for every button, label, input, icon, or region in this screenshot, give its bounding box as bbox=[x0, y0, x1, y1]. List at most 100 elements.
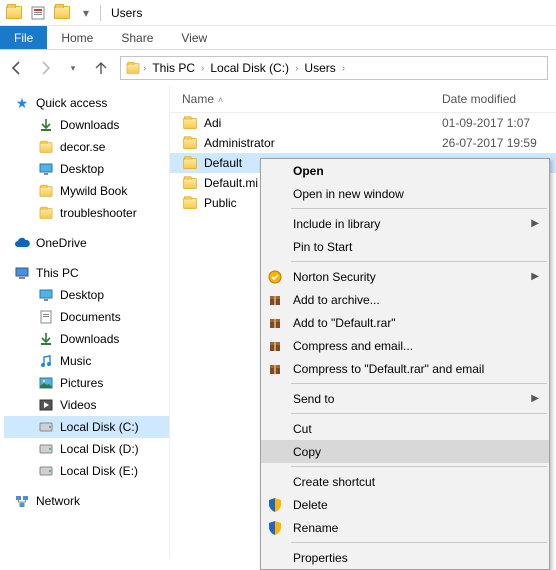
ctx-add-rar[interactable]: Add to "Default.rar" bbox=[261, 311, 549, 334]
list-header: Name˄ Date modified bbox=[170, 86, 556, 113]
ctx-cut[interactable]: Cut bbox=[261, 417, 549, 440]
up-button[interactable] bbox=[92, 59, 110, 77]
chevron-right-icon: ▶ bbox=[531, 271, 549, 282]
tab-home[interactable]: Home bbox=[47, 26, 107, 49]
tree-label: Quick access bbox=[36, 96, 107, 110]
list-row[interactable]: Adi 01-09-2017 1:07 bbox=[170, 113, 556, 133]
props-icon[interactable] bbox=[26, 2, 50, 24]
desktop-icon bbox=[38, 287, 54, 303]
tree-quick-access[interactable]: ★ Quick access bbox=[4, 92, 169, 114]
winrar-icon bbox=[261, 362, 289, 376]
chevron-right-icon[interactable]: › bbox=[201, 63, 204, 74]
tree-mywild[interactable]: Mywild Book bbox=[4, 180, 169, 202]
winrar-icon bbox=[261, 293, 289, 307]
drive-icon bbox=[38, 441, 54, 457]
tree-onedrive[interactable]: OneDrive bbox=[4, 232, 169, 254]
tree-network[interactable]: Network bbox=[4, 490, 169, 512]
tab-view[interactable]: View bbox=[167, 26, 221, 49]
back-button[interactable] bbox=[8, 59, 26, 77]
file-date: 26-07-2017 19:59 bbox=[442, 136, 537, 150]
file-date: 01-09-2017 1:07 bbox=[442, 116, 530, 130]
customize-qat-icon[interactable]: ▾ bbox=[74, 2, 98, 24]
ctx-send-to[interactable]: Send to▶ bbox=[261, 387, 549, 410]
folder-icon bbox=[183, 117, 197, 128]
file-name: Public bbox=[204, 196, 237, 210]
list-row[interactable]: Administrator 26-07-2017 19:59 bbox=[170, 133, 556, 153]
ctx-shortcut[interactable]: Create shortcut bbox=[261, 470, 549, 493]
tree-pc-videos[interactable]: Videos bbox=[4, 394, 169, 416]
tree-troubleshooter[interactable]: troubleshooter bbox=[4, 202, 169, 224]
tree-pc-desktop[interactable]: Desktop bbox=[4, 284, 169, 306]
drive-icon bbox=[38, 463, 54, 479]
chevron-right-icon[interactable]: › bbox=[143, 63, 146, 74]
folder-icon bbox=[38, 183, 54, 199]
tree-label: decor.se bbox=[60, 140, 105, 154]
tree-downloads[interactable]: Downloads bbox=[4, 114, 169, 136]
tree-thispc[interactable]: This PC bbox=[4, 262, 169, 284]
shield-icon bbox=[261, 521, 289, 535]
norton-icon bbox=[261, 270, 289, 284]
tree-pc-documents[interactable]: Documents bbox=[4, 306, 169, 328]
tree-pc-music[interactable]: Music bbox=[4, 350, 169, 372]
tree-label: troubleshooter bbox=[60, 206, 137, 220]
tree-decor[interactable]: decor.se bbox=[4, 136, 169, 158]
tree-label: Music bbox=[60, 354, 91, 368]
folder-icon bbox=[183, 177, 197, 188]
col-name[interactable]: Name˄ bbox=[182, 92, 442, 106]
ctx-norton[interactable]: Norton Security▶ bbox=[261, 265, 549, 288]
address-bar[interactable]: › This PC › Local Disk (C:) › Users › bbox=[120, 56, 548, 80]
forward-button[interactable] bbox=[36, 59, 54, 77]
tree-label: Desktop bbox=[60, 288, 104, 302]
chevron-right-icon[interactable]: › bbox=[342, 63, 345, 74]
chevron-right-icon: ▶ bbox=[531, 393, 549, 404]
ctx-add-archive[interactable]: Add to archive... bbox=[261, 288, 549, 311]
folder-icon bbox=[38, 205, 54, 221]
tree-label: Videos bbox=[60, 398, 96, 412]
chevron-right-icon[interactable]: › bbox=[295, 63, 298, 74]
drive-icon bbox=[38, 419, 54, 435]
tree-label: This PC bbox=[36, 266, 79, 280]
tree-pc-diskd[interactable]: Local Disk (D:) bbox=[4, 438, 169, 460]
recent-dropdown-icon[interactable]: ▾ bbox=[64, 59, 82, 77]
file-name: Adi bbox=[204, 116, 221, 130]
tree-label: Local Disk (C:) bbox=[60, 420, 139, 434]
new-folder-icon[interactable] bbox=[50, 2, 74, 24]
pc-icon bbox=[14, 265, 30, 281]
ctx-compress-email[interactable]: Compress and email... bbox=[261, 334, 549, 357]
shield-icon bbox=[261, 498, 289, 512]
ctx-pin-start[interactable]: Pin to Start bbox=[261, 235, 549, 258]
crumb-folder[interactable]: Users bbox=[300, 61, 339, 75]
ctx-open[interactable]: Open bbox=[261, 159, 549, 182]
ctx-delete[interactable]: Delete bbox=[261, 493, 549, 516]
folder-icon bbox=[183, 157, 197, 168]
winrar-icon bbox=[261, 316, 289, 330]
file-name: Default.mi bbox=[204, 176, 258, 190]
crumb-drive[interactable]: Local Disk (C:) bbox=[206, 61, 293, 75]
ctx-copy[interactable]: Copy bbox=[261, 440, 549, 463]
download-icon bbox=[38, 331, 54, 347]
tree-pc-pictures[interactable]: Pictures bbox=[4, 372, 169, 394]
tree-label: Network bbox=[36, 494, 80, 508]
tree-desktop[interactable]: Desktop bbox=[4, 158, 169, 180]
ctx-compress-to-email[interactable]: Compress to "Default.rar" and email bbox=[261, 357, 549, 380]
tree-label: Local Disk (E:) bbox=[60, 464, 138, 478]
tab-file[interactable]: File bbox=[0, 26, 47, 49]
documents-icon bbox=[38, 309, 54, 325]
tree-pc-downloads[interactable]: Downloads bbox=[4, 328, 169, 350]
tree-pc-diskc[interactable]: Local Disk (C:) bbox=[4, 416, 169, 438]
file-name: Administrator bbox=[204, 136, 275, 150]
ctx-rename[interactable]: Rename bbox=[261, 516, 549, 539]
file-name: Default bbox=[204, 156, 242, 170]
context-menu: Open Open in new window Include in libra… bbox=[260, 158, 550, 570]
folder-icon bbox=[183, 137, 197, 148]
tree-pc-diske[interactable]: Local Disk (E:) bbox=[4, 460, 169, 482]
crumb-thispc[interactable]: This PC bbox=[148, 61, 199, 75]
ctx-include-library[interactable]: Include in library▶ bbox=[261, 212, 549, 235]
folder-icon bbox=[125, 60, 141, 76]
titlebar: ▾ Users bbox=[0, 0, 556, 26]
tree-label: Local Disk (D:) bbox=[60, 442, 139, 456]
ctx-open-new[interactable]: Open in new window bbox=[261, 182, 549, 205]
tab-share[interactable]: Share bbox=[107, 26, 167, 49]
col-date[interactable]: Date modified bbox=[442, 92, 556, 106]
cloud-icon bbox=[14, 235, 30, 251]
